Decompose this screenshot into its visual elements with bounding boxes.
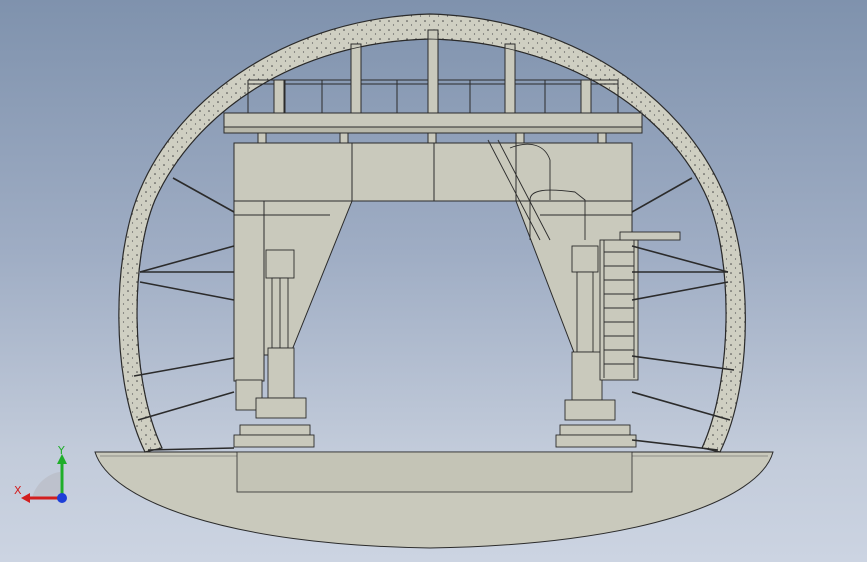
x-axis-label: X — [14, 484, 22, 497]
orientation-triad: Y X — [14, 444, 67, 503]
cad-viewport[interactable] — [0, 0, 867, 562]
x-axis-arrow — [21, 493, 30, 503]
z-axis-dot — [57, 493, 67, 503]
xy-plane-indicator — [32, 472, 60, 498]
invert-base-slab — [94, 451, 774, 549]
y-axis-label: Y — [57, 444, 65, 457]
bracing-struts — [133, 177, 735, 451]
